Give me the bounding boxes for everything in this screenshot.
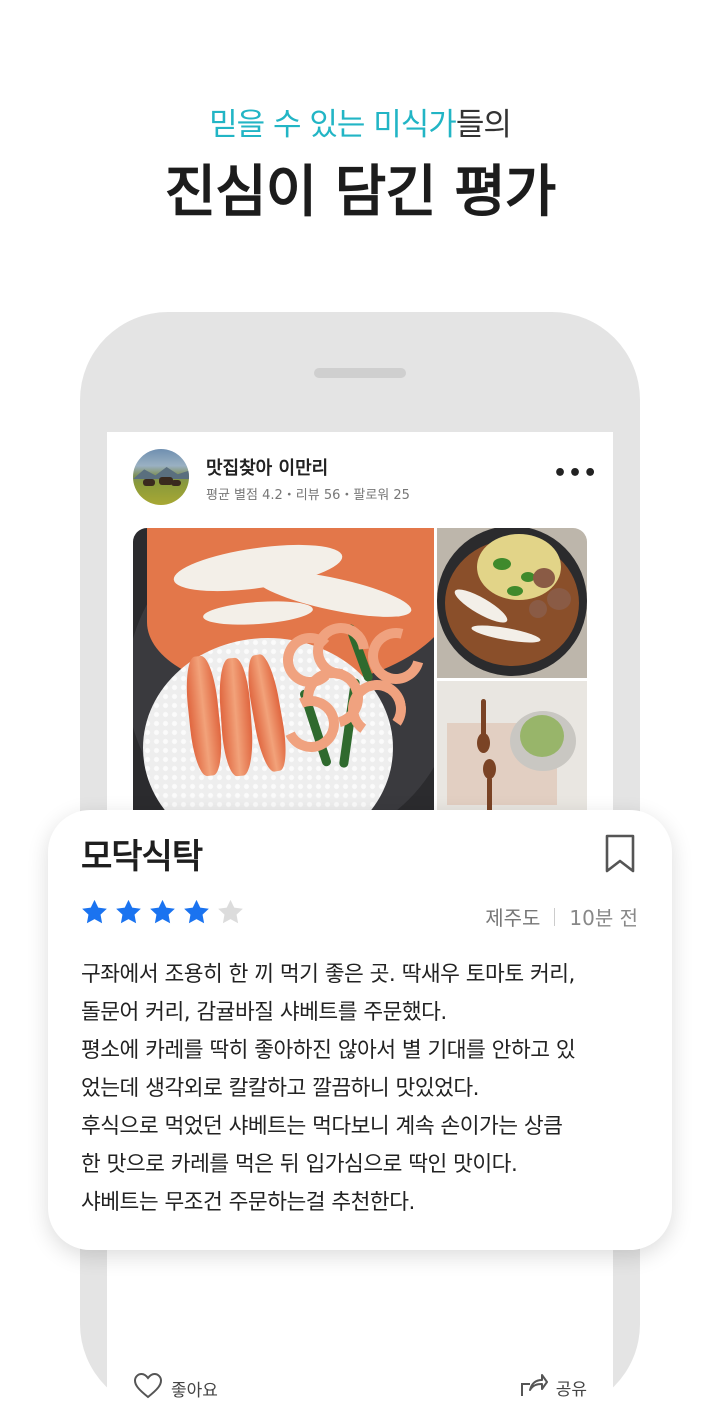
promo-subtitle-highlight: 믿을 수 있는 미식가 [209,107,457,143]
more-icon[interactable]: ••• [553,462,597,492]
promo-subtitle: 믿을 수 있는 미식가들의 [0,105,720,145]
avatar[interactable] [133,449,189,505]
star-icon [184,899,209,924]
star-icon [218,899,243,924]
rating-stars [80,898,245,927]
photo-shrimp-curry[interactable] [133,528,434,828]
review-line: 한 맛으로 카레를 먹은 뒤 입가심으로 딱인 맛이다. [81,1152,518,1177]
review-line: 구좌에서 조용히 한 끼 먹기 좋은 곳. 딱새우 토마토 커리, [81,962,575,987]
phone-speaker [314,368,406,378]
photo-octopus-curry[interactable] [437,528,587,678]
like-label: 좋아요 [171,1381,218,1401]
share-icon [520,1372,548,1403]
review-time: 10분 전 [569,906,638,930]
photo-sorbet[interactable] [437,681,587,828]
review-line: 평소에 카레를 딱히 좋아하진 않아서 별 기대를 안하고 있 [81,1038,576,1063]
review-meta: 제주도 10분 전 [485,902,638,931]
promo-title: 진심이 담긴 평가 [164,160,557,225]
star-icon [116,899,141,924]
share-button[interactable]: 공유 [520,1372,587,1403]
review-line: 었는데 생각외로 칼칼하고 깔끔하니 맛있었다. [81,1076,480,1101]
promo-headline: 믿을 수 있는 미식가들의 진심이 담긴 평가 [0,105,720,229]
heart-icon [133,1372,163,1405]
promo-subtitle-rest: 들의 [455,107,512,143]
review-location: 제주도 [485,906,541,930]
post-actions: 좋아요 공유 [133,1372,587,1412]
bookmark-icon[interactable] [604,834,636,874]
review-line: 돌문어 커리, 감귤바질 샤베트를 주문했다. [81,1000,447,1025]
share-label: 공유 [555,1380,587,1400]
review-line: 샤베트는 무조건 주문하는걸 추천한다. [81,1190,415,1215]
star-icon [82,899,107,924]
restaurant-name[interactable]: 모닥식탁 [81,835,203,879]
review-line: 후식으로 먹었던 샤베트는 먹다보니 계속 손이가는 상큼 [81,1114,563,1139]
user-stats: 평균 별점 4.2・리뷰 56・팔로워 25 [206,488,410,503]
meta-divider [554,907,556,926]
star-icon [150,899,175,924]
user-name[interactable]: 맛집찾아 이만리 [206,454,328,480]
like-button[interactable]: 좋아요 [133,1372,218,1405]
review-text: 구좌에서 조용히 한 끼 먹기 좋은 곳. 딱새우 토마토 커리, 돌문어 커리… [81,956,653,1222]
review-card[interactable]: 모닥식탁 제주도 10분 전 구좌에서 조용히 한 끼 먹기 좋은 곳. 딱새우… [48,810,672,1250]
